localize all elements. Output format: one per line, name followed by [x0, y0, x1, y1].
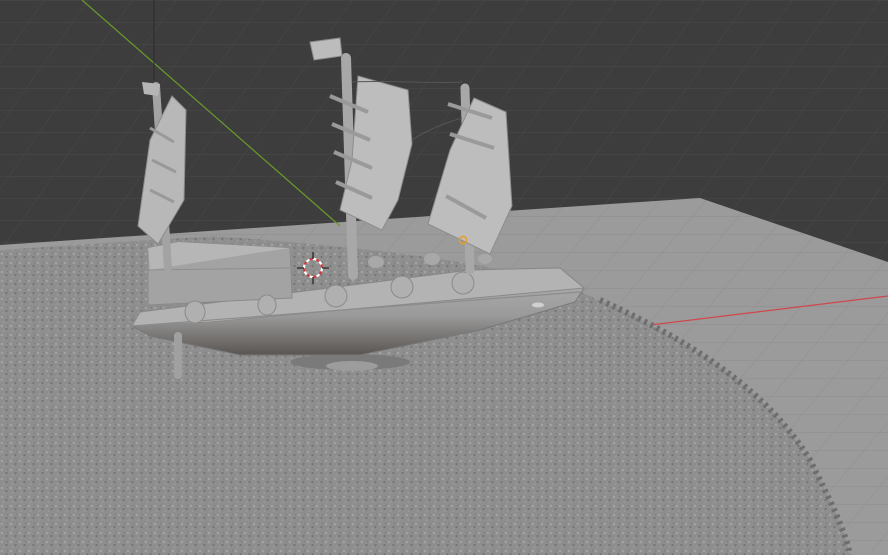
cannon — [368, 256, 384, 268]
cannon — [478, 254, 492, 264]
hull-porthole — [532, 302, 544, 308]
cannon — [257, 294, 277, 316]
main-flag — [309, 37, 343, 61]
rear-flag — [142, 82, 160, 96]
cannon — [424, 253, 440, 265]
cannon — [451, 271, 475, 295]
viewport-canvas[interactable] — [0, 0, 888, 555]
cannon — [184, 300, 206, 324]
cannon — [324, 284, 348, 308]
3d-viewport[interactable] — [0, 0, 888, 555]
cannon — [390, 275, 414, 299]
keel-plate — [326, 361, 378, 371]
